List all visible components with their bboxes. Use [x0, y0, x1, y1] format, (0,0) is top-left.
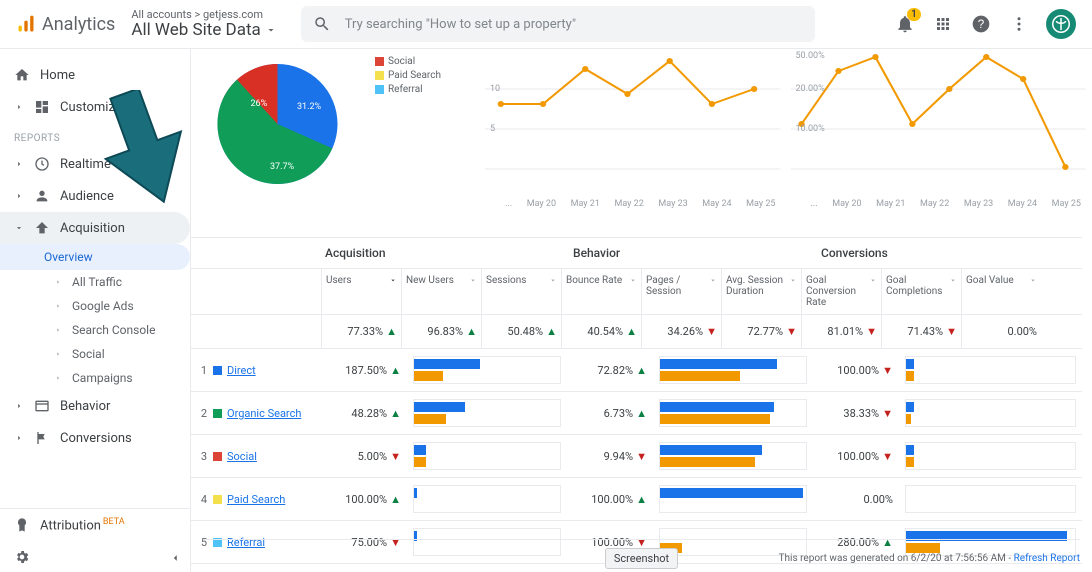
caret-right-icon — [54, 374, 62, 382]
col-gv[interactable]: Goal Value — [961, 269, 1041, 314]
channel-link[interactable]: Social — [227, 450, 321, 463]
sidebar-attribution[interactable]: AttributionBETA — [0, 509, 190, 541]
col-gcr[interactable]: Goal Conversion Rate — [801, 269, 881, 314]
sidebar-social[interactable]: Social — [0, 342, 190, 366]
caret-down-icon — [265, 24, 277, 36]
avatar-icon — [1052, 15, 1070, 33]
line-chart-1: 10 5 ...May 20May 21May 22May 23May 24Ma… — [485, 49, 781, 209]
caret-down-icon — [14, 223, 24, 233]
search-bar[interactable]: Try searching "How to set up a property" — [301, 6, 815, 42]
logo-text: Analytics — [42, 14, 115, 35]
caret-right-icon — [14, 159, 24, 169]
acquisition-icon — [34, 220, 50, 236]
help-button[interactable]: ? — [970, 13, 992, 35]
reports-heading: REPORTS — [0, 123, 190, 148]
header: Analytics All accounts > getjess.com All… — [0, 0, 1092, 49]
notif-badge: 1 — [907, 8, 921, 21]
sidebar-acquisition[interactable]: Acquisition — [0, 212, 190, 244]
caret-right-icon — [14, 401, 24, 411]
caret-right-icon — [54, 278, 62, 286]
table-row: 1Direct 187.50%▲ 72.82%▲ 100.00%▼ — [191, 349, 1082, 392]
pie-label: 37.7% — [270, 162, 295, 172]
group-acquisition: Acquisition — [321, 238, 569, 268]
caret-right-icon — [54, 326, 62, 334]
col-gc[interactable]: Goal Completions — [881, 269, 961, 314]
col-bounce[interactable]: Bounce Rate — [561, 269, 641, 314]
apps-button[interactable] — [932, 13, 954, 35]
group-behavior: Behavior — [569, 238, 817, 268]
pie-chart: 26% 31.2% 37.7% Social Paid Search Refer… — [205, 49, 475, 209]
screenshot-button[interactable]: Screenshot — [605, 548, 678, 569]
sidebar-behavior[interactable]: Behavior — [0, 390, 190, 422]
sidebar-admin[interactable] — [0, 541, 190, 572]
gear-icon — [14, 549, 30, 565]
sidebar-conversions[interactable]: Conversions — [0, 422, 190, 454]
col-pps[interactable]: Pages / Session — [641, 269, 721, 314]
sidebar-google-ads[interactable]: Google Ads — [0, 294, 190, 318]
line-chart-2: 50.00% 20.00% 10.00% ...May 20May 21May … — [791, 49, 1087, 209]
channel-link[interactable]: Direct — [227, 364, 321, 377]
content: 26% 31.2% 37.7% Social Paid Search Refer… — [191, 49, 1092, 572]
behavior-icon — [34, 398, 50, 414]
sidebar-campaigns[interactable]: Campaigns — [0, 366, 190, 390]
pie-label: 26% — [251, 99, 268, 109]
svg-text:?: ? — [978, 18, 985, 31]
more-vert-icon — [1010, 15, 1028, 33]
report-footer: Screenshot This report was generated on … — [203, 539, 1080, 569]
caret-right-icon — [54, 302, 62, 310]
breadcrumb: All accounts > getjess.com — [131, 9, 276, 21]
sidebar-customization[interactable]: Customization — [0, 91, 190, 123]
caret-right-icon — [14, 433, 24, 443]
more-button[interactable] — [1008, 13, 1030, 35]
col-asd[interactable]: Avg. Session Duration — [721, 269, 801, 314]
home-icon — [14, 67, 30, 83]
flag-icon — [34, 430, 50, 446]
channels-table: Acquisition Behavior Conversions UsersNe… — [191, 237, 1082, 564]
notifications-button[interactable]: 1 — [894, 13, 916, 35]
table-row: 2Organic Search 48.28%▲ 6.73%▲ 38.33%▼ — [191, 392, 1082, 435]
pie-legend: Social Paid Search Referral — [375, 54, 441, 96]
table-row: 3Social 5.00%▼ 9.94%▼ 100.00%▼ — [191, 435, 1082, 478]
col-sessions[interactable]: Sessions — [481, 269, 561, 314]
search-placeholder: Try searching "How to set up a property" — [345, 17, 576, 32]
analytics-logo-icon — [16, 14, 36, 34]
sidebar-search-console[interactable]: Search Console — [0, 318, 190, 342]
sidebar-all-traffic[interactable]: All Traffic — [0, 270, 190, 294]
sidebar-realtime[interactable]: Realtime — [0, 148, 190, 180]
person-icon — [34, 188, 50, 204]
group-conversions: Conversions — [817, 238, 1082, 268]
sidebar-home[interactable]: Home — [0, 59, 190, 91]
caret-right-icon — [14, 102, 24, 112]
dashboard-icon — [34, 99, 50, 115]
attribution-icon — [14, 517, 30, 533]
channel-link[interactable]: Paid Search — [227, 493, 321, 506]
help-icon: ? — [971, 14, 991, 34]
ga-logo[interactable]: Analytics — [16, 14, 115, 35]
table-row: 4Paid Search 100.00%▲ 100.00%▲ 0.00% — [191, 478, 1082, 521]
property-name: All Web Site Data — [131, 21, 260, 40]
col-users[interactable]: Users — [321, 269, 401, 314]
sidebar: Home Customization REPORTS Realtime Audi… — [0, 49, 191, 572]
search-icon — [313, 15, 331, 33]
apps-icon — [934, 15, 952, 33]
refresh-link[interactable]: Refresh Report — [1014, 553, 1080, 564]
caret-right-icon — [54, 350, 62, 358]
caret-right-icon — [14, 191, 24, 201]
sidebar-audience[interactable]: Audience — [0, 180, 190, 212]
clock-icon — [34, 156, 50, 172]
channel-link[interactable]: Organic Search — [227, 407, 321, 420]
account-switcher[interactable]: All accounts > getjess.com All Web Site … — [131, 9, 276, 40]
sidebar-overview[interactable]: Overview — [0, 244, 190, 270]
collapse-icon[interactable] — [168, 551, 182, 565]
col-new_users[interactable]: New Users — [401, 269, 481, 314]
avatar[interactable] — [1046, 9, 1076, 39]
pie-label: 31.2% — [297, 102, 322, 112]
